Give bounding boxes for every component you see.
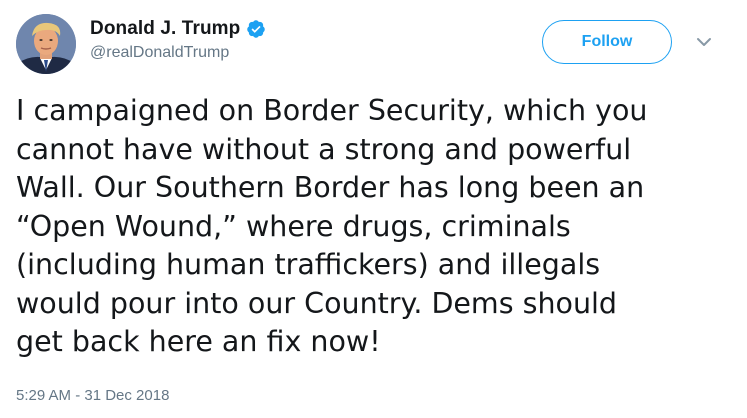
- avatar[interactable]: [16, 14, 76, 74]
- display-name[interactable]: Donald J. Trump: [90, 18, 240, 40]
- user-names: Donald J. Trump @realDonaldTrump: [90, 18, 266, 62]
- tweet-header: Donald J. Trump @realDonaldTrump Follow: [16, 14, 731, 76]
- tweet-text: I campaigned on Border Security, which y…: [16, 94, 648, 358]
- follow-button[interactable]: Follow: [542, 20, 672, 64]
- user-handle[interactable]: @realDonaldTrump: [90, 44, 266, 62]
- verified-badge-icon: [246, 19, 266, 39]
- tweet-timestamp[interactable]: 5:29 AM - 31 Dec 2018: [16, 387, 169, 404]
- chevron-down-icon[interactable]: [694, 34, 714, 50]
- avatar-image: [16, 14, 76, 74]
- display-name-row: Donald J. Trump: [90, 18, 266, 40]
- tweet-card: Donald J. Trump @realDonaldTrump Follow …: [0, 0, 747, 418]
